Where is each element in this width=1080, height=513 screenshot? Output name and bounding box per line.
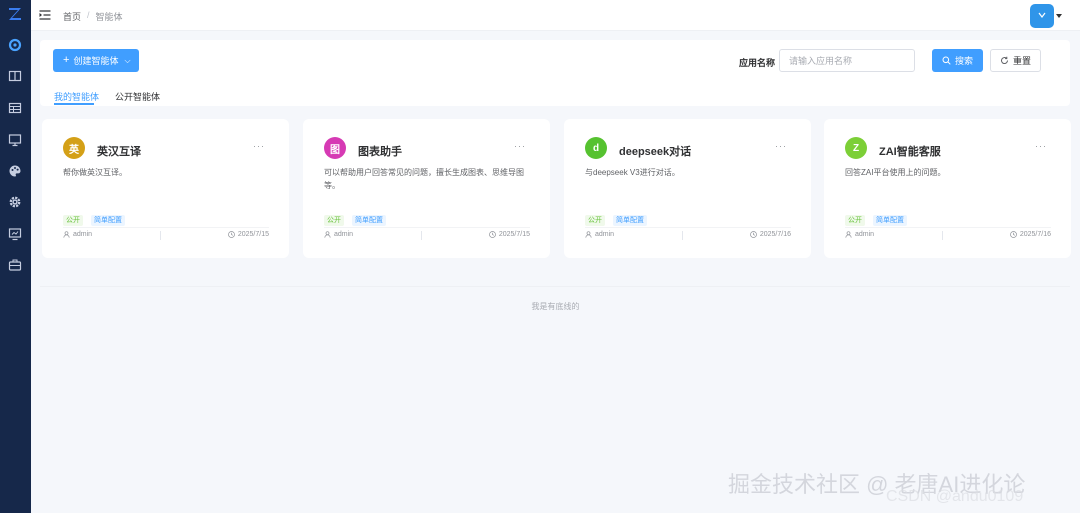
card-divider: [845, 227, 1051, 228]
date-text: 2025/7/16: [759, 231, 791, 238]
tag-public: 公开: [845, 215, 865, 226]
breadcrumb-current: 智能体: [95, 12, 123, 22]
agent-description: 回答ZAI平台使用上的问题。: [845, 168, 946, 177]
more-icon[interactable]: ···: [1035, 141, 1047, 151]
breadcrumb: 首页 / 智能体: [63, 10, 123, 23]
tag-simple-config: 简单配置: [91, 215, 125, 226]
agent-date: 2025/7/16: [1009, 231, 1051, 238]
agent-name: 图表助手: [358, 146, 402, 158]
clock-icon: [227, 231, 235, 238]
agent-description: 帮你做英汉互译。: [63, 168, 127, 177]
app-name-label: 应用名称: [739, 58, 776, 68]
list-end-text: 我是有底线的: [531, 302, 580, 311]
meta-separator: [942, 231, 943, 240]
agent-card[interactable]: Z ZAI智能客服 ··· 回答ZAI平台使用上的问题。 公开 简单配置 adm…: [824, 119, 1071, 258]
more-icon[interactable]: ···: [253, 141, 265, 151]
agent-author: admin: [324, 231, 353, 238]
author-name: admin: [73, 231, 93, 238]
sidebar: [0, 0, 31, 513]
agent-card[interactable]: d deepseek对话 ··· 与deepseek V3进行对话。 公开 简单…: [564, 119, 811, 258]
search-icon: [942, 56, 951, 65]
user-icon: [585, 231, 592, 238]
agent-name: deepseek对话: [619, 146, 692, 158]
tag-public: 公开: [324, 215, 344, 226]
user-icon: [63, 231, 70, 238]
top-header: 首页 / 智能体: [31, 0, 1080, 31]
agent-date: 2025/7/15: [488, 231, 530, 238]
agent-avatar: Z: [845, 137, 867, 159]
menu-fold-icon[interactable]: [39, 9, 51, 21]
author-name: admin: [855, 231, 875, 238]
more-icon[interactable]: ···: [514, 141, 526, 151]
agent-card[interactable]: 图 图表助手 ··· 可以帮助用户回答常见的问题，擅长生成图表、思维导图等。 公…: [303, 119, 550, 258]
list-end-divider: [40, 286, 1070, 287]
watermark-csdn: CSDN @andu0109: [886, 488, 1024, 505]
user-icon: [324, 231, 331, 238]
card-divider: [63, 227, 269, 228]
agent-description: 可以帮助用户回答常见的问题，擅长生成图表、思维导图等。: [324, 168, 524, 190]
clock-icon: [749, 231, 757, 238]
agent-date: 2025/7/15: [227, 231, 269, 238]
agent-name: ZAI智能客服: [879, 146, 941, 158]
tag-simple-config: 简单配置: [873, 215, 907, 226]
breadcrumb-separator: /: [87, 10, 90, 20]
meta-separator: [160, 231, 161, 240]
toolbox-icon[interactable]: [8, 258, 22, 272]
reset-button[interactable]: 重置: [990, 49, 1041, 72]
palette-icon[interactable]: [8, 164, 22, 178]
create-agent-label: 创建智能体: [73, 56, 119, 66]
agent-author: admin: [845, 231, 874, 238]
agent-avatar: d: [585, 137, 607, 159]
user-avatar[interactable]: [1030, 4, 1054, 28]
date-text: 2025/7/16: [1019, 231, 1051, 238]
card-divider: [324, 227, 530, 228]
agent-author: admin: [63, 231, 92, 238]
book-icon[interactable]: [8, 69, 22, 83]
more-icon[interactable]: ···: [775, 141, 787, 151]
agent-avatar: 英: [63, 137, 85, 159]
agent-avatar: 图: [324, 137, 346, 159]
search-button[interactable]: 搜索: [932, 49, 983, 72]
refresh-icon: [1000, 56, 1008, 64]
author-name: admin: [595, 231, 615, 238]
logo-icon[interactable]: [7, 6, 23, 22]
date-text: 2025/7/15: [237, 231, 269, 238]
author-name: admin: [334, 231, 354, 238]
app-name-input[interactable]: [779, 49, 915, 72]
tab-my-agents[interactable]: 我的智能体: [54, 90, 99, 103]
user-icon: [845, 231, 852, 238]
filter-panel: + 创建智能体 ⌵ 应用名称 搜索 重置 我的智能体 公开智能体: [40, 40, 1070, 106]
tag-public: 公开: [63, 215, 83, 226]
agent-description: 与deepseek V3进行对话。: [585, 168, 680, 177]
monitor-icon[interactable]: [8, 133, 22, 147]
screen-icon[interactable]: [8, 227, 22, 241]
breadcrumb-home[interactable]: 首页: [63, 10, 81, 23]
card-divider: [585, 227, 791, 228]
agent-date: 2025/7/16: [749, 231, 791, 238]
search-label: 搜索: [954, 56, 973, 66]
user-avatar-icon: [1038, 12, 1046, 18]
create-agent-button[interactable]: + 创建智能体 ⌵: [53, 49, 139, 72]
dashboard-icon[interactable]: [8, 38, 22, 52]
tag-public: 公开: [585, 215, 605, 226]
tag-simple-config: 简单配置: [352, 215, 386, 226]
meta-separator: [682, 231, 683, 240]
tag-simple-config: 简单配置: [613, 215, 647, 226]
agent-card[interactable]: 英 英汉互译 ··· 帮你做英汉互译。 公开 简单配置 admin 2025/7…: [42, 119, 289, 258]
date-text: 2025/7/15: [498, 231, 530, 238]
clock-icon: [1009, 231, 1017, 238]
tab-public-agents[interactable]: 公开智能体: [115, 90, 160, 103]
agent-author: admin: [585, 231, 614, 238]
active-tab-indicator: [54, 103, 94, 105]
table-icon[interactable]: [8, 101, 22, 115]
gear-icon[interactable]: [8, 195, 22, 209]
clock-icon: [488, 231, 496, 238]
reset-label: 重置: [1012, 56, 1031, 66]
meta-separator: [421, 231, 422, 240]
chevron-down-icon: ⌵: [124, 55, 131, 65]
plus-icon: +: [63, 54, 70, 66]
user-dropdown-caret-icon[interactable]: [1056, 14, 1062, 18]
agent-name: 英汉互译: [97, 146, 141, 158]
